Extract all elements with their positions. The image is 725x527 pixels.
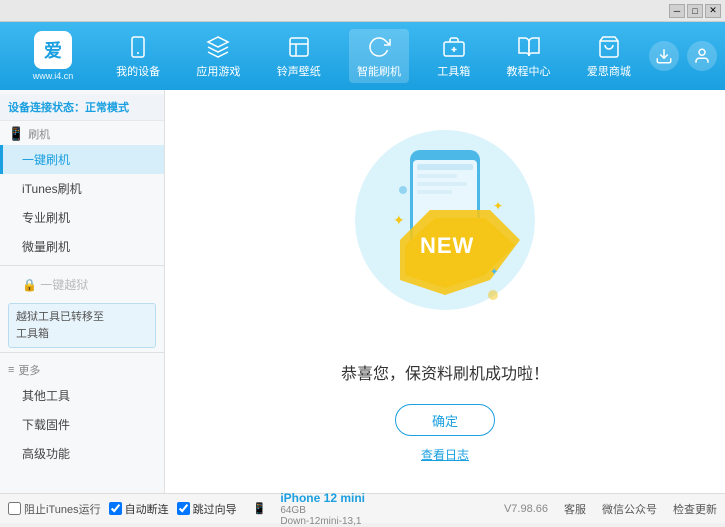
user-btn[interactable] bbox=[687, 41, 717, 71]
main-area: 设备连接状态：正常模式 📱 刷机 一键刷机 iTunes刷机 专业刷机 微量刷机… bbox=[0, 90, 725, 493]
more-section-icon: ≡ bbox=[8, 364, 14, 376]
nav-item-smart-flash[interactable]: 智能刷机 bbox=[349, 29, 409, 83]
device-icon: 📱 bbox=[253, 502, 267, 515]
sidebar-item-itunes-flash[interactable]: iTunes刷机 bbox=[0, 174, 164, 203]
sidebar: 设备连接状态：正常模式 📱 刷机 一键刷机 iTunes刷机 专业刷机 微量刷机… bbox=[0, 90, 165, 493]
checkbox-skip-wizard[interactable]: 跳过向导 bbox=[177, 501, 237, 517]
title-bar: ─ □ ✕ bbox=[0, 0, 725, 22]
nav-label-tutorial: 教程中心 bbox=[507, 63, 551, 79]
check-update-link[interactable]: 检查更新 bbox=[673, 501, 717, 517]
logo-icon: 爱 bbox=[34, 31, 72, 69]
device-model: Down-12mini-13,1 bbox=[280, 516, 365, 527]
logo-sub: www.i4.cn bbox=[33, 71, 74, 81]
status-bar: 设备连接状态：正常模式 bbox=[0, 94, 164, 121]
logo-text: 爱 bbox=[44, 37, 62, 63]
sidebar-item-micro-flash[interactable]: 微量刷机 bbox=[0, 232, 164, 261]
svg-text:NEW: NEW bbox=[420, 233, 474, 258]
svg-text:✦: ✦ bbox=[490, 267, 498, 278]
version-text: V7.98.66 bbox=[504, 503, 548, 515]
logo: 爱 www.i4.cn bbox=[8, 31, 98, 81]
minimize-btn[interactable]: ─ bbox=[669, 4, 685, 18]
nav-items: 我的设备 应用游戏 铃声壁纸 智能刷机 工具箱 bbox=[98, 29, 649, 83]
device-storage: 64GB bbox=[280, 505, 365, 516]
register-link[interactable]: 查看日志 bbox=[421, 446, 469, 463]
nav-item-app-games[interactable]: 应用游戏 bbox=[188, 29, 248, 83]
divider-1 bbox=[0, 265, 164, 266]
nav-right bbox=[649, 41, 717, 71]
download-btn[interactable] bbox=[649, 41, 679, 71]
nav-icon-smart-flash bbox=[365, 33, 393, 61]
sidebar-item-one-key-flash[interactable]: 一键刷机 bbox=[0, 145, 164, 174]
confirm-label: 确定 bbox=[432, 411, 458, 430]
stop-itunes: 阻止iTunes运行 bbox=[8, 501, 101, 517]
flash-section-label: 刷机 bbox=[28, 126, 50, 142]
support-link[interactable]: 客服 bbox=[564, 501, 586, 517]
lock-icon: 🔒 bbox=[22, 278, 37, 292]
sidebar-item-advanced[interactable]: 高级功能 bbox=[0, 439, 164, 468]
maximize-btn[interactable]: □ bbox=[687, 4, 703, 18]
sidebar-item-other-tools[interactable]: 其他工具 bbox=[0, 381, 164, 410]
device-info: iPhone 12 mini 64GB Down-12mini-13,1 bbox=[280, 491, 365, 527]
nav-icon-toolbox bbox=[440, 33, 468, 61]
nav-label-ringtones: 铃声壁纸 bbox=[277, 63, 321, 79]
sidebar-item-pro-flash[interactable]: 专业刷机 bbox=[0, 203, 164, 232]
checkbox-skip-wizard-label: 跳过向导 bbox=[193, 501, 237, 517]
success-illustration: NEW ✦ ✦ ✦ bbox=[345, 120, 545, 340]
nav-icon-my-device bbox=[124, 33, 152, 61]
more-section-header: ≡ 更多 bbox=[0, 357, 164, 381]
nav-icon-tutorial bbox=[515, 33, 543, 61]
checkbox-auto-close-label: 自动断连 bbox=[125, 501, 169, 517]
device-info-container: 📱 iPhone 12 mini 64GB Down-12mini-13,1 bbox=[253, 491, 365, 527]
nav-label-my-device: 我的设备 bbox=[116, 63, 160, 79]
status-label: 设备连接状态： bbox=[8, 102, 85, 114]
nav-label-toolbox: 工具箱 bbox=[437, 63, 470, 79]
nav-icon-app-games bbox=[204, 33, 232, 61]
nav-item-ringtones[interactable]: 铃声壁纸 bbox=[269, 29, 329, 83]
nav-icon-store bbox=[595, 33, 623, 61]
bottom-left: 阻止iTunes运行 自动断连 跳过向导 📱 iPhone 12 mini 64… bbox=[8, 491, 365, 527]
bottom-right: V7.98.66 客服 微信公众号 检查更新 bbox=[504, 501, 717, 517]
content-area: NEW ✦ ✦ ✦ 恭喜您，保资料刷机成功啦！ 确定 查看日志 bbox=[165, 90, 725, 493]
flash-section-icon: 📱 bbox=[8, 126, 24, 142]
sidebar-item-download-firmware[interactable]: 下载固件 bbox=[0, 410, 164, 439]
nav-label-app-games: 应用游戏 bbox=[196, 63, 240, 79]
divider-2 bbox=[0, 352, 164, 353]
more-section-label: 更多 bbox=[18, 362, 40, 378]
jailbreak-label: 一键越狱 bbox=[40, 278, 88, 292]
bottom-bar: 阻止iTunes运行 自动断连 跳过向导 📱 iPhone 12 mini 64… bbox=[0, 493, 725, 523]
checkbox-auto-close[interactable]: 自动断连 bbox=[109, 501, 169, 517]
svg-text:✦: ✦ bbox=[393, 212, 405, 228]
status-value: 正常模式 bbox=[85, 102, 129, 114]
svg-text:✦: ✦ bbox=[493, 199, 503, 213]
confirm-button[interactable]: 确定 bbox=[395, 404, 495, 436]
sidebar-notice: 越狱工具已转移至 工具箱 bbox=[8, 303, 156, 348]
nav-icon-ringtones bbox=[285, 33, 313, 61]
flash-section-header: 📱 刷机 bbox=[0, 121, 164, 145]
wechat-link[interactable]: 微信公众号 bbox=[602, 501, 657, 517]
nav-label-store: 爱思商城 bbox=[587, 63, 631, 79]
nav-item-my-device[interactable]: 我的设备 bbox=[108, 29, 168, 83]
nav-label-smart-flash: 智能刷机 bbox=[357, 63, 401, 79]
notice-text: 越狱工具已转移至 工具箱 bbox=[16, 311, 104, 340]
sidebar-item-jailbreak-disabled: 🔒 一键越狱 bbox=[0, 270, 164, 299]
nav-item-tutorial[interactable]: 教程中心 bbox=[499, 29, 559, 83]
nav-item-toolbox[interactable]: 工具箱 bbox=[429, 29, 478, 83]
stop-itunes-label: 阻止iTunes运行 bbox=[24, 501, 101, 517]
nav-bar: 爱 www.i4.cn 我的设备 应用游戏 铃声壁纸 智能刷机 bbox=[0, 22, 725, 90]
nav-item-store[interactable]: 爱思商城 bbox=[579, 29, 639, 83]
success-text: 恭喜您，保资料刷机成功啦！ bbox=[341, 360, 549, 384]
stop-itunes-checkbox[interactable] bbox=[8, 502, 21, 515]
close-btn[interactable]: ✕ bbox=[705, 4, 721, 18]
